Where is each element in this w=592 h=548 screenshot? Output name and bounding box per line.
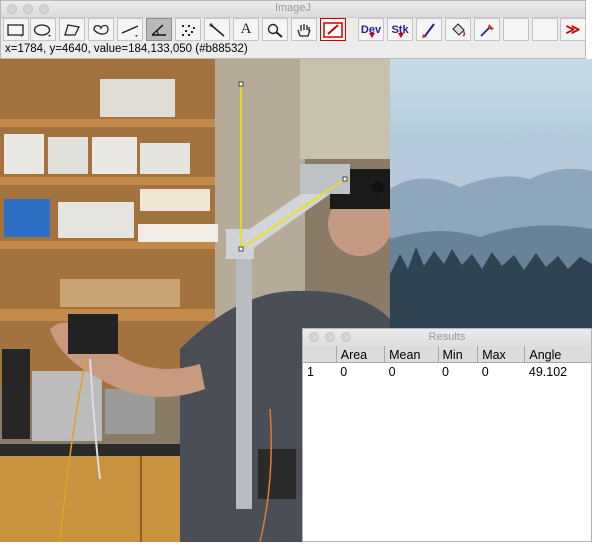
column-header-area[interactable]: Area bbox=[336, 346, 386, 363]
rectangle-tool-icon bbox=[7, 23, 24, 37]
desktop-wallpaper bbox=[390, 59, 592, 329]
min-cell: 0 bbox=[442, 364, 449, 379]
mean-cell: 0 bbox=[388, 364, 396, 379]
angle-handle[interactable] bbox=[342, 176, 348, 182]
results-title: Results bbox=[428, 331, 466, 343]
dropdown-triangle-icon bbox=[369, 33, 375, 38]
mountain-landscape-image bbox=[390, 129, 592, 329]
column-header-max[interactable]: Max bbox=[477, 346, 526, 363]
text-tool-button[interactable]: A bbox=[233, 18, 259, 41]
pipette-tool-button[interactable] bbox=[474, 18, 500, 41]
results-titlebar[interactable]: Results bbox=[303, 329, 591, 347]
polygon-tool-icon bbox=[64, 23, 80, 36]
column-header-min[interactable]: Min bbox=[438, 346, 479, 363]
angle-tool-icon bbox=[151, 23, 166, 36]
hand-tool-button[interactable] bbox=[291, 18, 317, 41]
flood-fill-tool-button[interactable] bbox=[445, 18, 471, 41]
hand-tool-icon bbox=[297, 23, 311, 37]
point-tool-icon bbox=[182, 24, 195, 36]
magnifier-tool-button[interactable] bbox=[262, 18, 288, 41]
status-bar-text: x=1784, y=4640, value=184,133,050 (#b885… bbox=[5, 43, 248, 55]
rectangle-tool-button[interactable] bbox=[3, 18, 29, 41]
results-header-row: Area Mean Min Max Angle bbox=[303, 346, 591, 363]
point-tool-button[interactable] bbox=[175, 18, 201, 41]
brush-tool-icon bbox=[422, 22, 435, 38]
angle-cell: 49.102 bbox=[528, 364, 568, 379]
column-header-angle[interactable]: Angle bbox=[524, 346, 591, 363]
line-tool-button[interactable] bbox=[117, 18, 143, 41]
table-row[interactable]: 1 0 0 0 0 49.102 bbox=[303, 363, 591, 381]
empty-tool-slot[interactable] bbox=[503, 18, 529, 41]
paint-bucket-icon bbox=[452, 22, 466, 37]
empty-tool-slot[interactable] bbox=[532, 18, 558, 41]
results-window: Results Area Mean Min Max Angle 1 0 0 0 … bbox=[302, 328, 592, 542]
area-cell: 0 bbox=[340, 364, 348, 379]
column-header[interactable] bbox=[303, 346, 337, 363]
window-title: ImageJ bbox=[274, 2, 312, 14]
max-cell: 0 bbox=[481, 364, 489, 379]
wand-tool-icon bbox=[209, 22, 225, 37]
freehand-tool-icon bbox=[93, 24, 109, 35]
double-chevron-right-icon: ≫ bbox=[565, 21, 581, 37]
magnifier-tool-icon bbox=[267, 23, 283, 38]
wand-tool-button[interactable] bbox=[204, 18, 230, 41]
freehand-tool-button[interactable] bbox=[88, 18, 114, 41]
more-tools-button[interactable]: ≫ bbox=[560, 18, 586, 41]
angle-handle[interactable] bbox=[238, 81, 244, 87]
brush-tool-button[interactable] bbox=[416, 18, 442, 41]
line-tool-icon bbox=[121, 24, 139, 37]
imagej-window: ImageJ A Dev Stk ≫ x=1784, y=4640, value… bbox=[0, 0, 586, 59]
column-header-mean[interactable]: Mean bbox=[384, 346, 439, 363]
angle-handle[interactable] bbox=[238, 246, 244, 252]
row-index: 1 bbox=[307, 364, 314, 379]
oval-tool-button[interactable] bbox=[30, 18, 56, 41]
dropdown-triangle-icon bbox=[398, 33, 404, 38]
oval-tool-icon bbox=[33, 23, 51, 37]
pipette-icon bbox=[480, 23, 494, 37]
stk-menu-button[interactable]: Stk bbox=[387, 18, 413, 41]
angle-tool-button[interactable] bbox=[146, 18, 172, 41]
dev-menu-button[interactable]: Dev bbox=[358, 18, 384, 41]
color-picker-tool-button[interactable] bbox=[320, 18, 346, 41]
polygon-tool-button[interactable] bbox=[59, 18, 85, 41]
imagej-titlebar[interactable]: ImageJ bbox=[1, 1, 585, 18]
results-table: Area Mean Min Max Angle 1 0 0 0 0 49.102 bbox=[303, 346, 591, 380]
text-tool-icon: A bbox=[240, 21, 252, 37]
color-picker-tool-icon bbox=[323, 21, 343, 38]
